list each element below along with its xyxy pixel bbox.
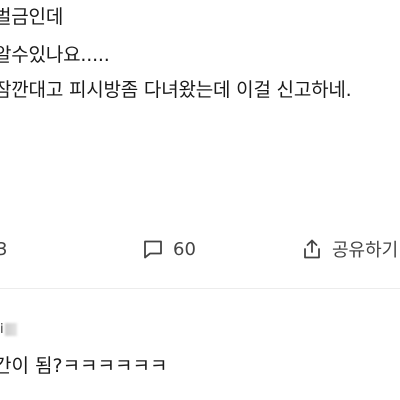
section-divider bbox=[0, 288, 400, 289]
reply-count-button[interactable]: 3 bbox=[0, 236, 7, 262]
comment-count: 60 bbox=[173, 238, 196, 260]
post-text-line: 잠깐대고 피시방좀 다녀왔는데 이걸 신고하네. bbox=[0, 79, 352, 101]
comment-author-name: i bbox=[0, 321, 4, 337]
reply-count: 3 bbox=[0, 238, 8, 260]
redacted-username bbox=[4, 322, 17, 336]
post-text-line: 알수있나요..... bbox=[0, 44, 110, 66]
share-icon bbox=[301, 238, 323, 260]
comment-author[interactable]: i bbox=[0, 320, 17, 338]
comment-icon bbox=[142, 238, 164, 260]
share-label: 공유하기 bbox=[332, 240, 399, 261]
post-text-line: 벌금인데 bbox=[0, 6, 64, 28]
comment-button[interactable]: 60 bbox=[142, 236, 196, 262]
comment-text: 간이 됨?ㅋㅋㅋㅋㅋㅋ bbox=[0, 355, 168, 377]
share-button[interactable]: 공유하기 bbox=[301, 236, 398, 262]
